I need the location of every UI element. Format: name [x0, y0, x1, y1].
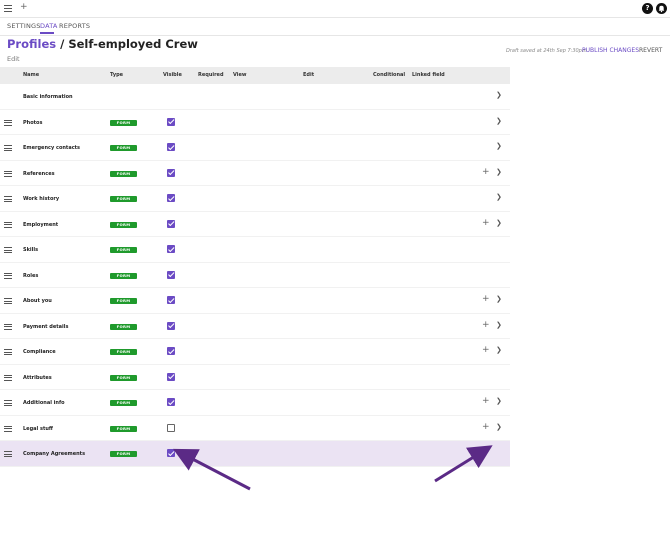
- annotation-arrows: [173, 445, 493, 491]
- annotation-arrow-right: [434, 445, 493, 483]
- annotation-arrow-left: [173, 448, 251, 491]
